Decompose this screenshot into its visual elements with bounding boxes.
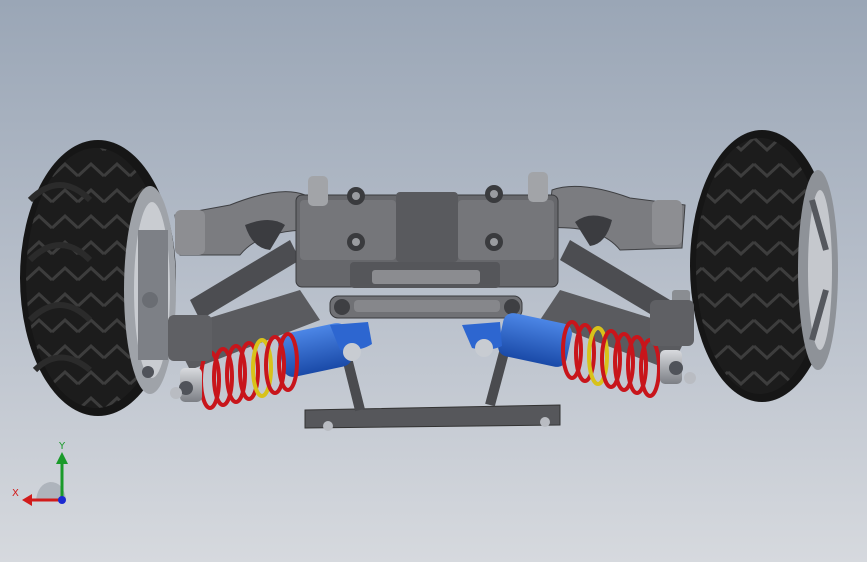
z-axis-marker <box>58 496 66 504</box>
left-wheel[interactable] <box>20 140 176 416</box>
graphics-viewport[interactable]: Y X <box>0 0 867 562</box>
x-axis-label: X <box>12 488 19 499</box>
coordinate-triad-icon: Y X <box>12 441 68 506</box>
central-chassis-block[interactable] <box>295 172 559 288</box>
suspension-assembly-model[interactable] <box>0 0 867 562</box>
y-axis-label: Y <box>58 441 66 452</box>
right-wheel[interactable] <box>690 130 838 402</box>
shock-mount-bar[interactable] <box>329 295 523 319</box>
